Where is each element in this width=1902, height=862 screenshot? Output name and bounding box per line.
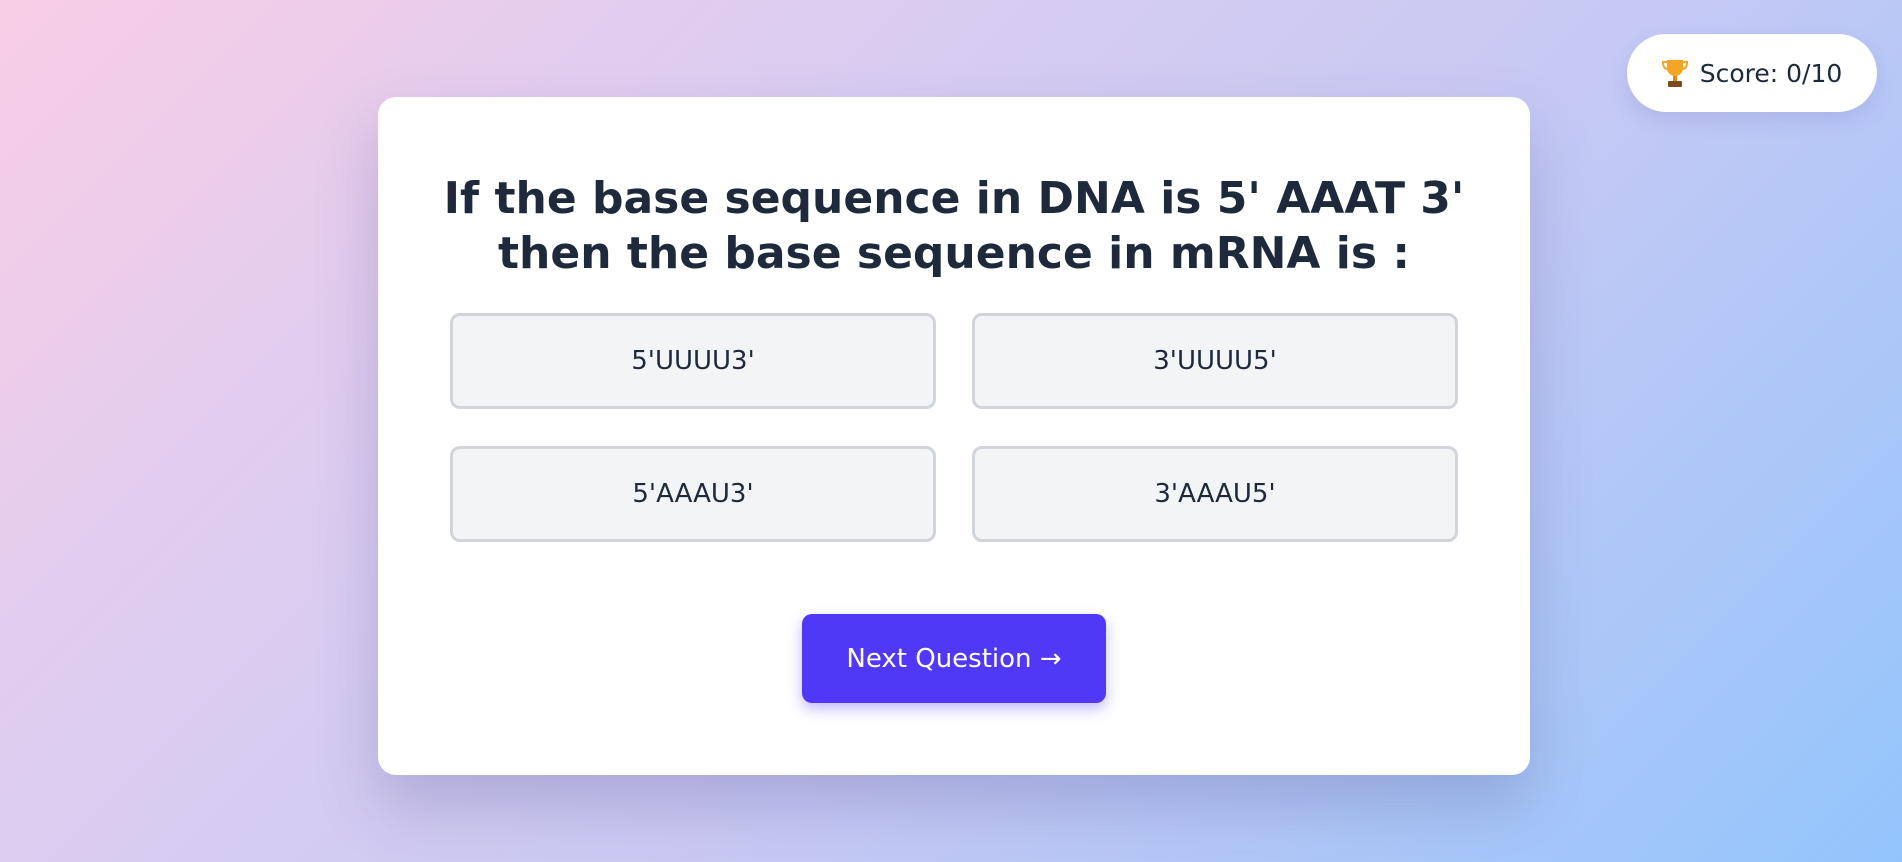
question-line-1: If the base sequence in DNA is 5' AAAT 3… [443,173,1465,224]
score-label: Score: 0/10 [1699,58,1843,88]
score-badge: Score: 0/10 [1627,34,1877,112]
option-3-button[interactable]: 5'AAAU3' [450,446,936,542]
option-2-button[interactable]: 3'UUUU5' [972,313,1458,409]
option-4-button[interactable]: 3'AAAU5' [972,446,1458,542]
quiz-card: If the base sequence in DNA is 5' AAAT 3… [378,97,1530,775]
next-question-button[interactable]: Next Question → [802,614,1106,703]
trophy-icon [1661,58,1688,88]
question-text: If the base sequence in DNA is 5' AAAT 3… [378,171,1530,281]
option-1-button[interactable]: 5'UUUU3' [450,313,936,409]
question-line-2: then the base sequence in mRNA is : [498,228,1410,279]
answer-options: 5'UUUU3' 3'UUUU5' 5'AAAU3' 3'AAAU5' [450,313,1458,542]
